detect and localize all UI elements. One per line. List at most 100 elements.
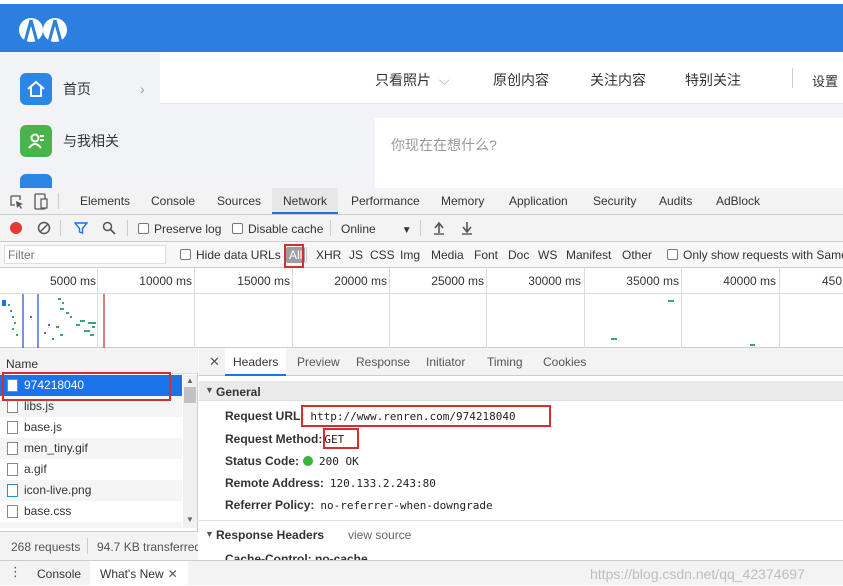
drawer-menu-icon[interactable]: ⋮ xyxy=(9,564,22,580)
detail-tab-response[interactable]: Response xyxy=(356,348,410,376)
tab-security[interactable]: Security xyxy=(593,188,636,214)
search-icon[interactable] xyxy=(102,221,116,235)
throttling-select[interactable]: Online ▼ xyxy=(341,222,412,236)
tab-audits[interactable]: Audits xyxy=(659,188,692,214)
person-card-icon xyxy=(20,125,52,157)
home-icon xyxy=(20,73,52,105)
tick-label: 25000 ms xyxy=(431,274,484,288)
record-icon[interactable] xyxy=(10,222,22,234)
disable-cache-checkbox[interactable]: Disable cache xyxy=(232,222,323,236)
inspect-element-icon[interactable] xyxy=(9,194,25,210)
device-toolbar-icon[interactable] xyxy=(34,193,48,210)
scrollbar-thumb[interactable] xyxy=(184,387,196,403)
toolbar-divider xyxy=(127,220,128,236)
tab-memory[interactable]: Memory xyxy=(441,188,484,214)
filter-type-xhr[interactable]: XHR xyxy=(316,248,341,262)
filter-type-other[interactable]: Other xyxy=(622,248,652,262)
renren-logo[interactable] xyxy=(18,14,68,46)
tick-label: 10000 ms xyxy=(139,274,192,288)
hide-data-urls-checkbox[interactable]: Hide data URLs xyxy=(180,248,281,262)
detail-tab-preview[interactable]: Preview xyxy=(297,348,340,376)
drawer-tab-whats-new[interactable]: What's New ✕ xyxy=(90,561,188,586)
preserve-log-checkbox[interactable]: Preserve log xyxy=(138,222,221,236)
filter-type-manifest[interactable]: Manifest xyxy=(566,248,611,262)
import-har-icon[interactable] xyxy=(433,221,445,235)
cache-control-row[interactable]: Cache-Control: no-cache xyxy=(225,552,368,560)
chevron-right-icon[interactable]: › xyxy=(140,81,145,97)
tick-label: 15000 ms xyxy=(237,274,290,288)
filter-type-ws[interactable]: WS xyxy=(538,248,557,262)
checkbox-box xyxy=(232,223,243,234)
filter-icon[interactable] xyxy=(74,221,88,235)
toolbar-divider xyxy=(87,538,88,554)
close-icon[interactable]: ✕ xyxy=(168,567,178,581)
filter-type-doc[interactable]: Doc xyxy=(508,248,529,262)
request-name: base.js xyxy=(24,420,63,434)
request-row[interactable]: men_tiny.gif xyxy=(0,438,182,459)
request-name: men_tiny.gif xyxy=(24,441,88,455)
tab-console[interactable]: Console xyxy=(151,188,195,214)
network-toolbar: Preserve log Disable cache Online ▼ xyxy=(0,215,843,242)
throttling-value: Online xyxy=(341,222,376,236)
remote-address-row[interactable]: Remote Address: 120.133.2.243:80 xyxy=(225,476,436,490)
tab-elements[interactable]: Elements xyxy=(80,188,130,214)
scroll-down-icon[interactable]: ▼ xyxy=(186,515,194,524)
name-column-header[interactable]: Name xyxy=(0,348,198,374)
request-row[interactable]: base.css xyxy=(0,501,182,522)
tab-divider xyxy=(792,68,793,88)
status-code-row[interactable]: Status Code: 200 OK xyxy=(225,454,359,468)
response-headers-section: ▼ Response Headers view source Cache-Con… xyxy=(199,520,843,560)
remote-address-value: 120.133.2.243:80 xyxy=(329,477,436,490)
document-icon xyxy=(7,463,18,476)
tab-photos-only[interactable]: 只看照片 ⌵ xyxy=(375,70,450,90)
view-source-link[interactable]: view source xyxy=(348,528,411,542)
tab-application[interactable]: Application xyxy=(509,188,568,214)
request-row-partial[interactable] xyxy=(0,522,182,528)
general-section-header[interactable]: ▼ General xyxy=(199,381,843,401)
preserve-log-label: Preserve log xyxy=(154,222,222,236)
request-name: icon-live.png xyxy=(24,483,92,497)
filter-type-js[interactable]: JS xyxy=(349,248,363,262)
tab-special-follow[interactable]: 特别关注 xyxy=(685,70,741,90)
tab-following[interactable]: 关注内容 xyxy=(590,70,646,90)
request-list-scrollbar[interactable]: ▲ ▼ xyxy=(183,375,197,528)
request-row[interactable]: a.gif xyxy=(0,459,182,480)
drawer-tab-console[interactable]: Console xyxy=(37,567,81,581)
filter-type-font[interactable]: Font xyxy=(474,248,498,262)
clear-icon[interactable] xyxy=(37,221,51,235)
filter-type-media[interactable]: Media xyxy=(431,248,464,262)
detail-tab-cookies[interactable]: Cookies xyxy=(543,348,586,376)
nav-item-home[interactable]: 首页 xyxy=(20,72,91,106)
tab-settings[interactable]: 设置 xyxy=(812,71,838,90)
close-icon[interactable]: ✕ xyxy=(209,348,220,376)
request-row[interactable]: base.js xyxy=(0,417,182,438)
checkbox-box xyxy=(667,249,678,260)
tab-adblock[interactable]: AdBlock xyxy=(716,188,760,214)
only-show-same-site-checkbox[interactable]: Only show requests with Same xyxy=(667,248,843,262)
detail-tab-initiator[interactable]: Initiator xyxy=(426,348,465,376)
tab-original[interactable]: 原创内容 xyxy=(493,70,549,90)
filter-input[interactable] xyxy=(4,245,166,264)
post-composer[interactable]: 你现在在想什么? xyxy=(375,118,843,188)
scroll-up-icon[interactable]: ▲ xyxy=(186,376,194,385)
request-name: libs.js xyxy=(24,399,55,413)
checkbox-box xyxy=(138,223,149,234)
name-header-label: Name xyxy=(6,357,39,371)
nav-item-related[interactable]: 与我相关 xyxy=(20,124,119,158)
tab-network[interactable]: Network xyxy=(272,188,338,214)
export-har-icon[interactable] xyxy=(461,221,473,235)
document-icon xyxy=(7,400,18,413)
nav-item-partial[interactable] xyxy=(20,174,52,188)
toolbar-divider xyxy=(420,220,421,236)
detail-tab-timing[interactable]: Timing xyxy=(487,348,523,376)
tab-performance[interactable]: Performance xyxy=(351,188,420,214)
filter-type-img[interactable]: Img xyxy=(400,248,420,262)
filter-type-css[interactable]: CSS xyxy=(370,248,395,262)
highlight-box-selected-request xyxy=(2,372,171,401)
referrer-policy-label: Referrer Policy: xyxy=(225,498,315,512)
tab-sources[interactable]: Sources xyxy=(217,188,261,214)
detail-tab-headers[interactable]: Headers xyxy=(225,348,287,376)
response-headers-title[interactable]: Response Headers xyxy=(216,528,324,542)
request-row[interactable]: icon-live.png xyxy=(0,480,182,501)
referrer-policy-row[interactable]: Referrer Policy: no-referrer-when-downgra… xyxy=(225,498,493,512)
